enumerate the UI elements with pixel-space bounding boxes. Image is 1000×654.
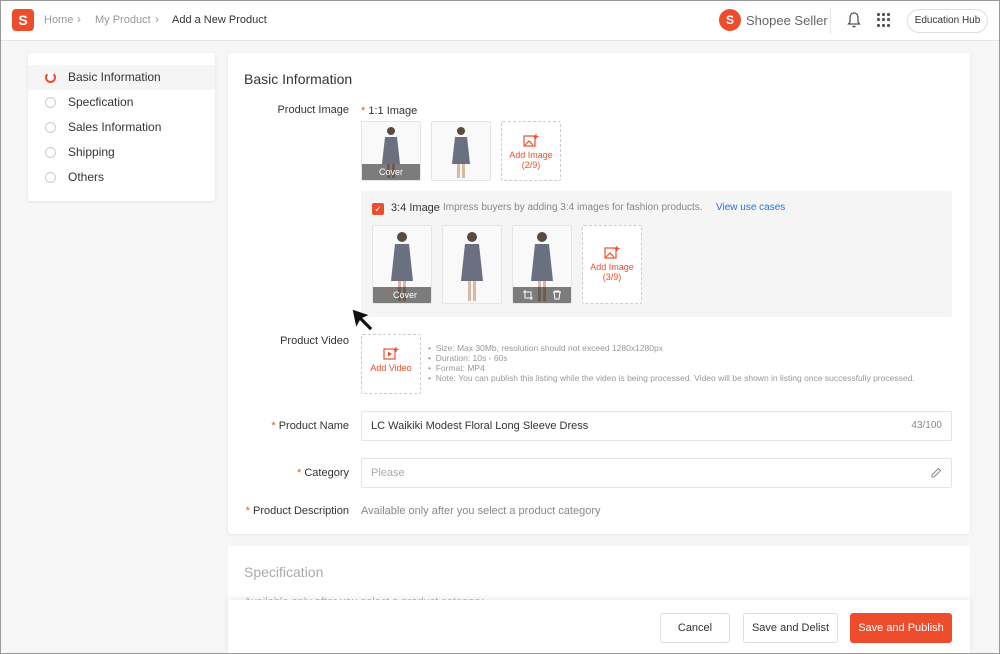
product-image-34-thumb[interactable] (442, 225, 502, 304)
sidebar-item-label: Basic Information (68, 70, 161, 84)
progress-dot-icon (45, 147, 56, 158)
product-image-thumb[interactable] (431, 121, 491, 181)
section-title: Basic Information (244, 71, 353, 87)
section-nav: Basic Information Specfication Sales Inf… (28, 53, 215, 201)
breadcrumb-current: Add a New Product (172, 14, 267, 26)
product-image-34-thumb[interactable]: * Cover (372, 225, 432, 304)
progress-dot-icon (45, 72, 56, 83)
sidebar-item-label: Others (68, 170, 105, 184)
add-video-icon (383, 347, 399, 360)
add-video-button[interactable]: Add Video (361, 334, 421, 394)
add-image-label: Add Image (590, 262, 634, 272)
add-image-count: (3/9) (602, 272, 622, 282)
breadcrumb-home[interactable]: Home (44, 14, 73, 26)
image-action-bar (513, 287, 571, 303)
action-footer: Cancel Save and Delist Save and Publish (228, 600, 970, 654)
video-note: • Size: Max 30Mb, resolution should not … (428, 343, 663, 353)
add-image-count: (2/9) (521, 160, 541, 170)
description-note: Available only after you select a produc… (361, 505, 601, 517)
chevron-right-icon: › (155, 12, 159, 26)
ratio-34-checkbox[interactable]: ✓ (372, 203, 384, 215)
chevron-right-icon: › (77, 12, 81, 26)
category-label: * Category (297, 467, 349, 479)
sidebar-item-basic-information[interactable]: Basic Information (28, 65, 215, 90)
product-image-34-thumb[interactable] (512, 225, 572, 304)
save-publish-button[interactable]: Save and Publish (850, 613, 952, 643)
sidebar-item-label: Shipping (68, 145, 115, 159)
sidebar-item-label: Sales Information (68, 120, 162, 134)
add-image-icon (604, 246, 620, 259)
top-header: S Home › My Product › Add a New Product … (0, 0, 1000, 41)
sidebar-item-shipping[interactable]: Shipping (28, 140, 215, 165)
header-divider (830, 8, 831, 34)
video-note: • Note: You can publish this listing whi… (428, 373, 915, 383)
section-title: Specification (244, 564, 324, 580)
crop-icon[interactable] (522, 290, 533, 300)
video-note: • Format: MP4 (428, 363, 485, 373)
add-image-icon (523, 134, 539, 147)
sidebar-item-others[interactable]: Others (28, 165, 215, 190)
mouse-cursor-icon (351, 308, 374, 332)
dress-photo (443, 226, 501, 303)
sidebar-item-sales-information[interactable]: Sales Information (28, 115, 215, 140)
progress-dot-icon (45, 97, 56, 108)
category-placeholder: Please (371, 467, 405, 479)
bell-icon[interactable] (846, 11, 862, 29)
brand-name[interactable]: Shopee Seller (746, 13, 828, 28)
dress-photo (432, 122, 490, 180)
add-video-label: Add Video (370, 363, 412, 373)
video-note: • Duration: 10s - 60s (428, 353, 508, 363)
add-image-button[interactable]: Add Image (2/9) (501, 121, 561, 181)
cancel-button[interactable]: Cancel (660, 613, 730, 643)
breadcrumb-my-product[interactable]: My Product (95, 14, 151, 26)
cover-badge: * Cover (373, 287, 431, 303)
progress-dot-icon (45, 122, 56, 133)
product-video-label: Product Video (280, 335, 349, 347)
ratio-34-hint: Impress buyers by adding 3:4 images for … (443, 202, 703, 213)
product-name-input[interactable]: LC Waikiki Modest Floral Long Sleeve Dre… (361, 411, 952, 441)
sidebar-item-label: Specfication (68, 95, 134, 109)
pencil-icon[interactable] (931, 467, 942, 478)
cover-badge: Cover (362, 164, 420, 180)
character-counter: 43/100 (911, 420, 942, 431)
save-delist-button[interactable]: Save and Delist (743, 613, 838, 643)
add-image-34-button[interactable]: Add Image (3/9) (582, 225, 642, 304)
basic-information-card: Basic Information Product Image * 1:1 Im… (228, 53, 970, 534)
ratio-34-label: 3:4 Image (391, 202, 440, 214)
add-image-label: Add Image (509, 150, 553, 160)
product-name-label: * Product Name (271, 420, 349, 432)
shopee-logo-icon[interactable]: S (12, 9, 34, 31)
apps-grid-icon[interactable] (877, 13, 891, 27)
progress-dot-icon (45, 172, 56, 183)
category-input[interactable]: Please (361, 458, 952, 488)
ratio-11-label: * 1:1 Image (361, 105, 418, 117)
ratio-34-section: ✓ 3:4 Image Impress buyers by adding 3:4… (361, 191, 952, 317)
shopee-bag-icon: S (719, 9, 741, 31)
trash-icon[interactable] (552, 290, 562, 300)
sidebar-item-specification[interactable]: Specfication (28, 90, 215, 115)
product-image-thumb[interactable]: Cover (361, 121, 421, 181)
product-image-label: Product Image (277, 104, 349, 116)
education-hub-button[interactable]: Education Hub (907, 9, 988, 33)
view-use-cases-link[interactable]: View use cases (716, 202, 785, 213)
product-name-value: LC Waikiki Modest Floral Long Sleeve Dre… (371, 420, 589, 432)
video-requirements: • Size: Max 30Mb, resolution should not … (428, 343, 915, 383)
description-label: * Product Description (245, 505, 349, 517)
